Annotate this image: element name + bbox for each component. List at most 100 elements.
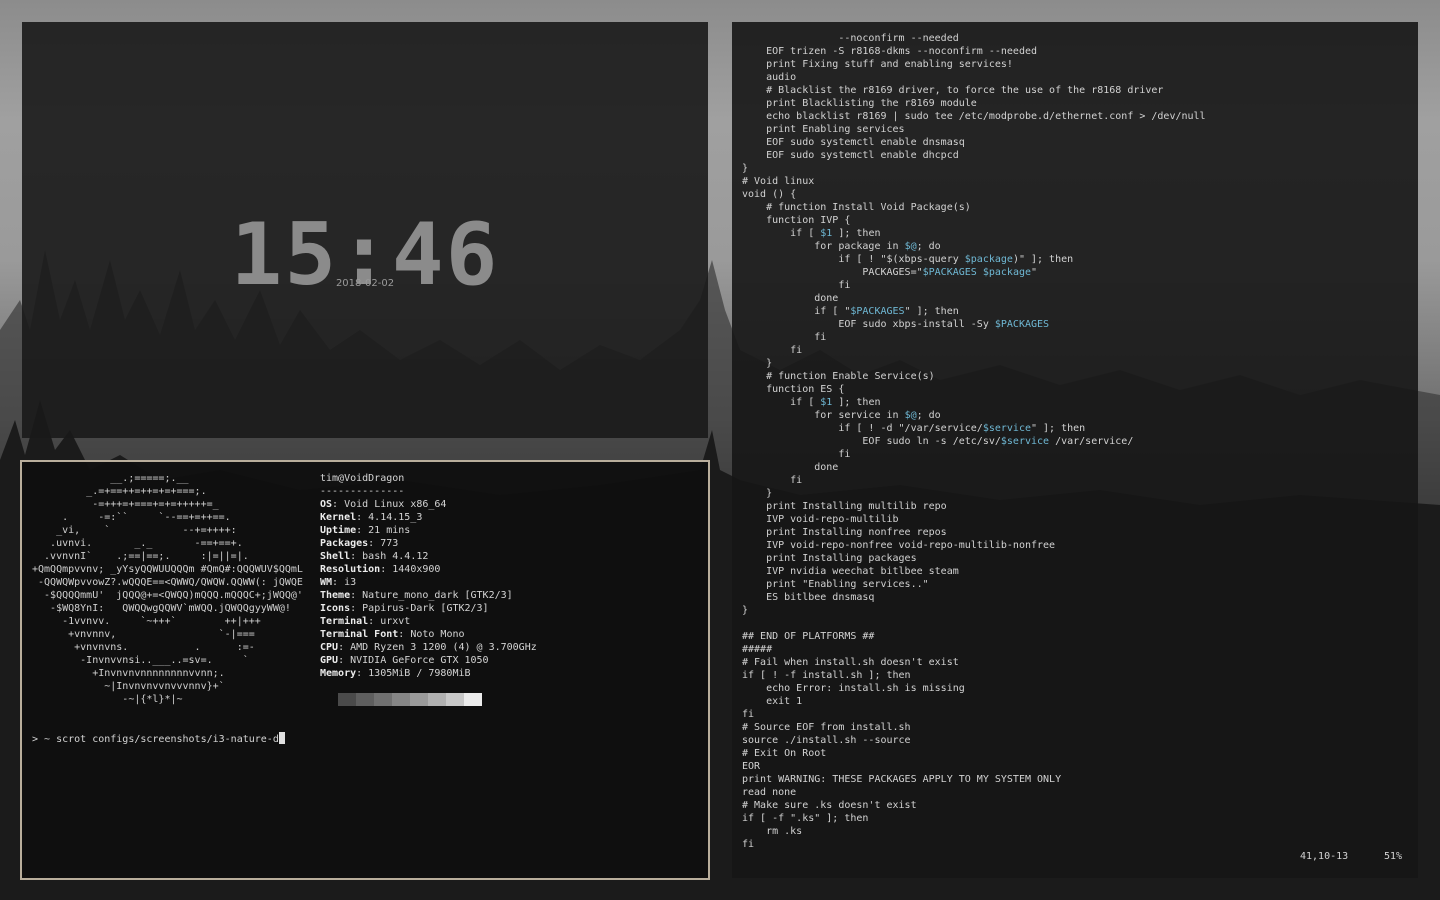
text-cursor [278, 732, 285, 744]
info-key: CPU [320, 642, 339, 653]
info-row: Theme: Nature_mono_dark [GTK2/3] [320, 589, 537, 602]
code-line: ES bitlbee dnsmasq [742, 592, 875, 603]
code-line: # Exit On Root [742, 748, 827, 759]
color-swatch [356, 693, 374, 706]
code-line: fi [742, 475, 803, 486]
info-key: Packages [320, 538, 369, 549]
color-swatch [446, 693, 464, 706]
info-row: WM: i3 [320, 576, 537, 589]
code-line: IVP void-repo-nonfree void-repo-multilib… [742, 540, 1056, 551]
code-line: print Installing multilib repo [742, 501, 947, 512]
code-line: print Enabling services [742, 124, 905, 135]
clock-window[interactable]: 15:46 2018-02-02 [22, 22, 708, 438]
color-palette [338, 693, 482, 706]
info-key: Kernel [320, 512, 357, 523]
info-value: : Void Linux x86_64 [332, 499, 447, 510]
code-line: ##### [742, 644, 773, 655]
code-line: for service in $@; do [742, 410, 941, 421]
info-value: : Nature_mono_dark [GTK2/3] [350, 590, 513, 601]
info-key: GPU [320, 655, 339, 666]
shell-prompt[interactable]: > ~ scrot configs/screenshots/i3-nature-… [32, 732, 285, 746]
info-value: : 21 mins [356, 525, 411, 536]
code-line: EOF sudo ln -s /etc/sv/$service /var/ser… [742, 436, 1134, 447]
code-line: void () { [742, 189, 797, 200]
code-line: fi [742, 332, 827, 343]
info-value: : NVIDIA GeForce GTX 1050 [338, 655, 489, 666]
code-line: # function Enable Service(s) [742, 371, 935, 382]
code-line: read none [742, 787, 797, 798]
info-value: : i3 [332, 577, 357, 588]
code-line: EOF sudo systemctl enable dhcpcd [742, 150, 959, 161]
code-line: if [ ! -d "/var/service/$service" ]; the… [742, 423, 1086, 434]
info-row: OS: Void Linux x86_64 [320, 498, 537, 511]
code-line: IVP void-repo-multilib [742, 514, 899, 525]
cursor-position: 41,10-13 [1300, 851, 1349, 862]
info-key: Terminal Font [320, 629, 399, 640]
code-buffer[interactable]: --noconfirm --needed EOF trizen -S r8168… [742, 32, 1206, 851]
code-line: PACKAGES="$PACKAGES $package" [742, 267, 1038, 278]
info-row: Kernel: 4.14.15_3 [320, 511, 537, 524]
info-key: Shell [320, 551, 351, 562]
info-row: GPU: NVIDIA GeForce GTX 1050 [320, 654, 537, 667]
info-value: : urxvt [368, 616, 411, 627]
info-row: Resolution: 1440x900 [320, 563, 537, 576]
info-value: : 4.14.15_3 [356, 512, 423, 523]
code-line: for package in $@; do [742, 241, 941, 252]
color-swatch [428, 693, 446, 706]
info-row: Uptime: 21 mins [320, 524, 537, 537]
info-separator: -------------- [320, 486, 405, 497]
code-line: } [742, 163, 749, 174]
code-line: # Void linux [742, 176, 815, 187]
code-line: fi [742, 709, 755, 720]
code-line: # Blacklist the r8169 driver, to force t… [742, 85, 1164, 96]
code-line: print Installing nonfree repos [742, 527, 947, 538]
code-line: if [ ! -f install.sh ]; then [742, 670, 911, 681]
code-line: EOF trizen -S r8168-dkms --noconfirm --n… [742, 46, 1038, 57]
code-line: print Blacklisting the r8169 module [742, 98, 977, 109]
info-row: Terminal: urxvt [320, 615, 537, 628]
info-value: : AMD Ryzen 3 1200 (4) @ 3.700GHz [338, 642, 537, 653]
info-row: Packages: 773 [320, 537, 537, 550]
info-value: : 1305MiB / 7980MiB [356, 668, 471, 679]
code-line: EOF sudo xbps-install -Sy $PACKAGES [742, 319, 1050, 330]
void-ascii-logo: __.;=====;.__ _.=+==++=++=+=+===;. -=+++… [32, 473, 303, 705]
code-line: # function Install Void Package(s) [742, 202, 971, 213]
code-line: fi [742, 345, 803, 356]
info-row: CPU: AMD Ryzen 3 1200 (4) @ 3.700GHz [320, 641, 537, 654]
info-row: Icons: Papirus-Dark [GTK2/3] [320, 602, 537, 615]
code-line: exit 1 [742, 696, 803, 707]
code-line: source ./install.sh --source [742, 735, 911, 746]
info-row: Terminal Font: Noto Mono [320, 628, 537, 641]
code-line: IVP nvidia weechat bitlbee steam [742, 566, 959, 577]
user-host: tim@VoidDragon [320, 473, 405, 484]
info-row: Memory: 1305MiB / 7980MiB [320, 667, 537, 680]
color-swatch [338, 693, 356, 706]
color-swatch [392, 693, 410, 706]
terminal-window[interactable]: __.;=====;.__ _.=+==++=++=+=+===;. -=+++… [20, 460, 710, 880]
info-value: : 1440x900 [380, 564, 441, 575]
code-line: fi [742, 839, 755, 850]
info-key: Memory [320, 668, 357, 679]
code-line: echo blacklist r8169 | sudo tee /etc/mod… [742, 111, 1206, 122]
info-value: : Noto Mono [398, 629, 465, 640]
code-line: if [ $1 ]; then [742, 397, 881, 408]
info-value: : Papirus-Dark [GTK2/3] [350, 603, 489, 614]
code-line: } [742, 605, 749, 616]
info-key: Icons [320, 603, 351, 614]
code-line: # Make sure .ks doesn't exist [742, 800, 917, 811]
info-key: OS [320, 499, 333, 510]
code-line: fi [742, 449, 851, 460]
color-swatch [464, 693, 482, 706]
info-key: Uptime [320, 525, 357, 536]
code-line: if [ -f ".ks" ]; then [742, 813, 869, 824]
color-swatch [374, 693, 392, 706]
code-line: print WARNING: THESE PACKAGES APPLY TO M… [742, 774, 1062, 785]
prompt-text: > ~ scrot configs/screenshots/i3-nature-… [32, 734, 279, 745]
code-line: function IVP { [742, 215, 851, 226]
code-line: } [742, 488, 773, 499]
code-line: if [ $1 ]; then [742, 228, 881, 239]
scroll-percent: 51% [1384, 851, 1403, 862]
editor-window[interactable]: --noconfirm --needed EOF trizen -S r8168… [732, 22, 1418, 878]
code-line: ## END OF PLATFORMS ## [742, 631, 875, 642]
